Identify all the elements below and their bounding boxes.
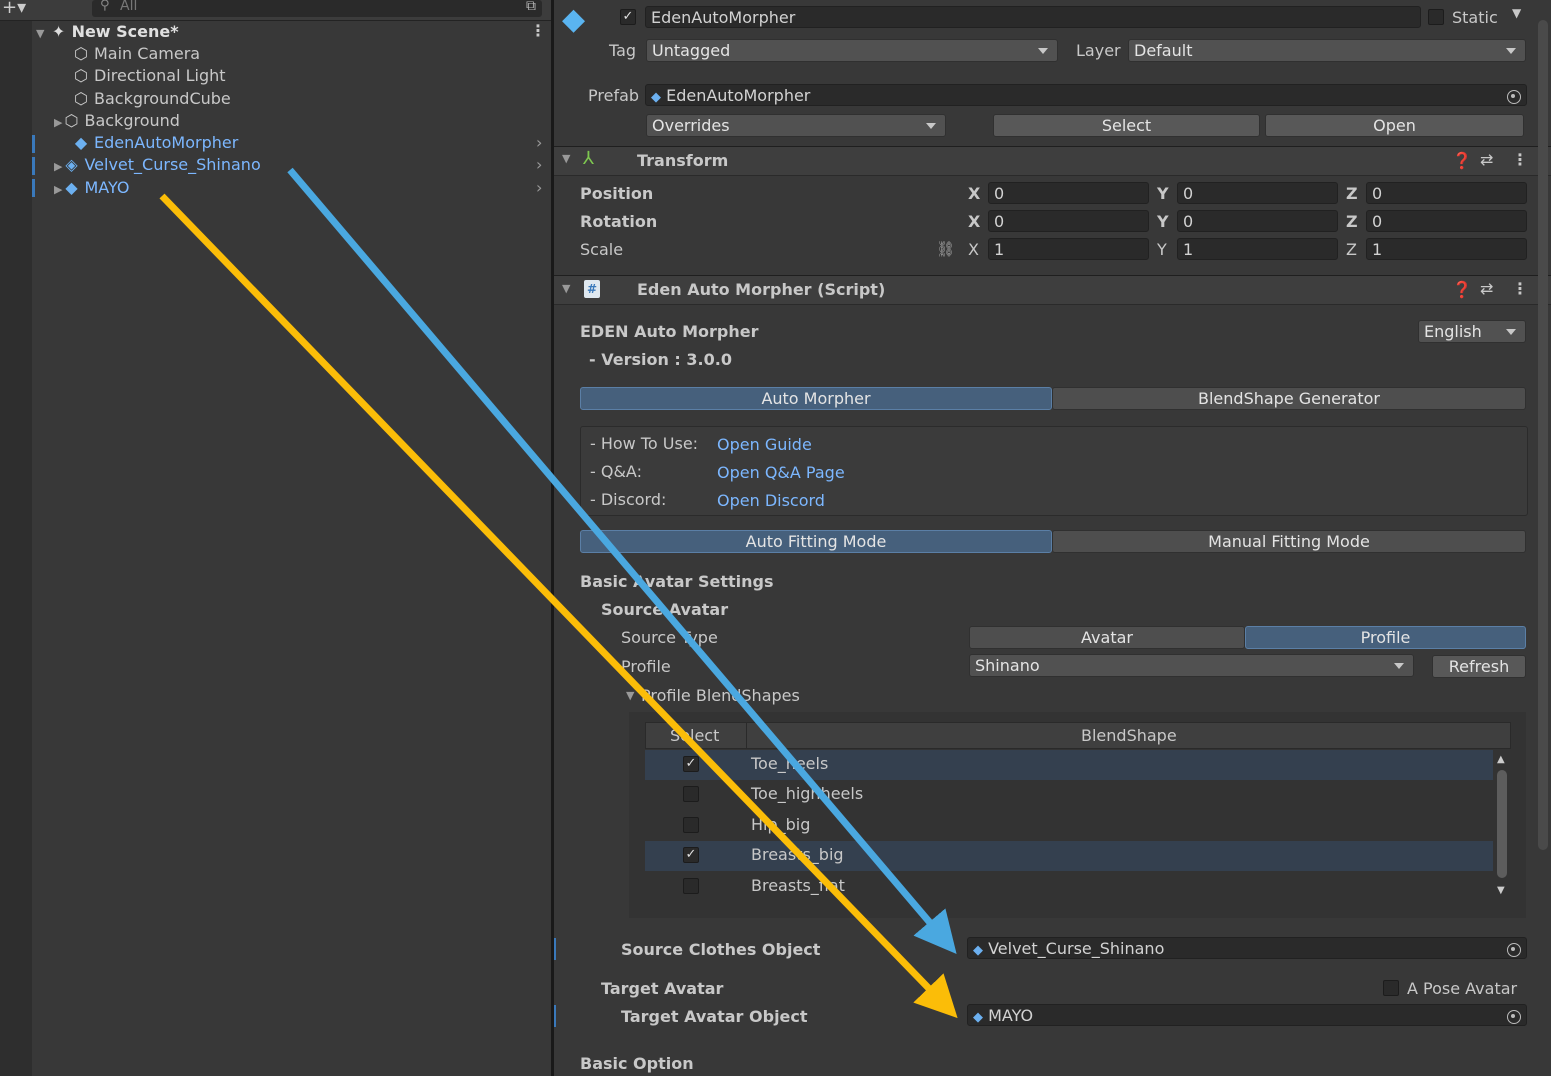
annotation-arrows (159, 167, 958, 1019)
arrow-blue (287, 167, 957, 954)
arrow-yellow (159, 193, 958, 1019)
